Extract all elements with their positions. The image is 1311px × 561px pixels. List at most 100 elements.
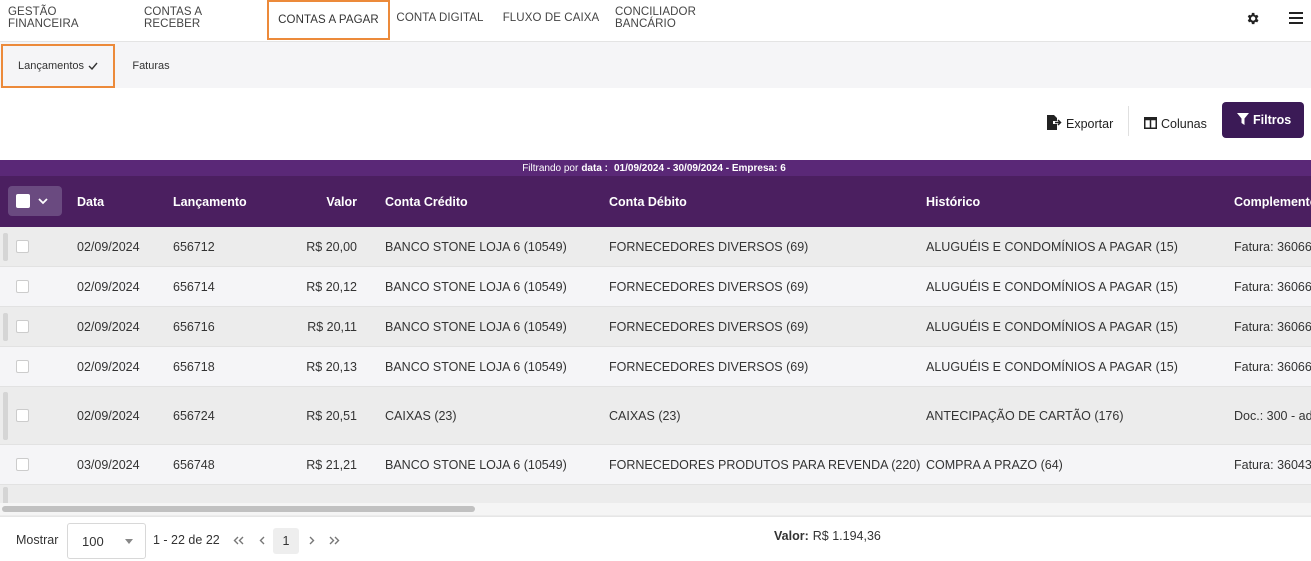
cell-lancamento: 656724	[173, 408, 215, 423]
col-header-conta-credito[interactable]: Conta Crédito	[385, 176, 468, 227]
filter-status-bar: Filtrando por data : 01/09/2024 - 30/09/…	[0, 160, 1311, 176]
cell-data: 02/09/2024	[77, 408, 140, 423]
cell-data: 03/09/2024	[77, 457, 140, 472]
row-drag-handle[interactable]	[3, 313, 8, 341]
horizontal-scrollbar[interactable]	[0, 503, 1311, 515]
row-drag-handle[interactable]	[3, 233, 8, 261]
table-row[interactable]: 03/09/2024 656748 R$ 21,21 BANCO STONE L…	[0, 445, 1311, 485]
cell-conta-debito: FORNECEDORES DIVERSOS (69)	[609, 279, 809, 294]
col-header-data[interactable]: Data	[77, 176, 104, 227]
export-label: Exportar	[1066, 117, 1114, 131]
cell-conta-debito: FORNECEDORES PRODUTOS PARA REVENDA (220)	[609, 457, 921, 472]
filters-button[interactable]: Filtros	[1222, 102, 1304, 138]
subtab-faturas[interactable]: Faturas	[122, 44, 180, 88]
subtab-lancamentos-label: Lançamentos	[17, 60, 85, 72]
cell-historico: ALUGUÉIS E CONDOMÍNIOS A PAGAR (15)	[926, 279, 1178, 294]
total-amount: R$ 1.194,36	[812, 528, 881, 543]
cell-complemento: Fatura: 36066	[1234, 359, 1311, 374]
cell-conta-credito: CAIXAS (23)	[385, 408, 457, 423]
cell-data: 02/09/2024	[77, 319, 140, 334]
top-nav: GESTÃO FINANCEIRA CONTAS A RECEBER CONTA…	[0, 0, 1311, 42]
gear-icon[interactable]	[1242, 8, 1262, 28]
tab-conciliador-bancario[interactable]: CONCILIADOR BANCÁRIO	[615, 0, 756, 36]
cell-valor: R$ 20,12	[306, 279, 357, 294]
cell-conta-credito: BANCO STONE LOJA 6 (10549)	[385, 279, 567, 294]
tab-contas-a-pagar[interactable]: CONTAS A PAGAR	[267, 0, 390, 40]
row-drag-handle[interactable]	[3, 392, 8, 440]
cell-historico: ALUGUÉIS E CONDOMÍNIOS A PAGAR (15)	[926, 239, 1178, 254]
cell-conta-credito: BANCO STONE LOJA 6 (10549)	[385, 359, 567, 374]
check-icon	[88, 62, 98, 70]
cell-historico: COMPRA A PRAZO (64)	[926, 457, 1063, 472]
total-label: Valor:	[774, 528, 809, 543]
table-row[interactable]: 02/09/2024 656716 R$ 20,11 BANCO STONE L…	[0, 307, 1311, 347]
table-row[interactable]: 02/09/2024 656712 R$ 20,00 BANCO STONE L…	[0, 227, 1311, 267]
total-value: Valor: R$ 1.194,36	[774, 513, 881, 558]
last-page-button[interactable]	[324, 529, 344, 551]
cell-conta-debito: FORNECEDORES DIVERSOS (69)	[609, 239, 809, 254]
table-body: 02/09/2024 656712 R$ 20,00 BANCO STONE L…	[0, 227, 1311, 517]
columns-button[interactable]: Colunas	[1144, 107, 1207, 141]
row-checkbox[interactable]	[16, 240, 29, 253]
filter-prefix: Filtrando por	[522, 162, 579, 174]
prev-page-button[interactable]	[252, 529, 272, 551]
cell-lancamento: 656718	[173, 359, 215, 374]
columns-label: Colunas	[1161, 117, 1207, 131]
current-page-button[interactable]: 1	[273, 528, 299, 554]
table-row[interactable]: 02/09/2024 656718 R$ 20,13 BANCO STONE L…	[0, 347, 1311, 387]
col-header-historico[interactable]: Histórico	[926, 176, 980, 227]
tab-contas-a-receber[interactable]: CONTAS A RECEBER	[144, 0, 260, 36]
cell-valor: R$ 20,51	[306, 408, 357, 423]
show-label: Mostrar	[16, 532, 59, 547]
cell-complemento: Doc.: 300 - ad	[1234, 408, 1311, 423]
filter-icon	[1237, 112, 1249, 128]
col-header-complemento[interactable]: Complemento	[1234, 176, 1311, 227]
row-checkbox[interactable]	[16, 458, 29, 471]
col-header-valor[interactable]: Valor	[300, 176, 357, 227]
caret-down-icon	[125, 539, 133, 544]
sub-nav: Lançamentos Faturas	[0, 42, 1311, 88]
cell-lancamento: 656712	[173, 239, 215, 254]
columns-icon	[1144, 116, 1157, 132]
col-header-conta-debito[interactable]: Conta Débito	[609, 176, 687, 227]
row-checkbox[interactable]	[16, 280, 29, 293]
row-checkbox[interactable]	[16, 409, 29, 422]
select-all-dropdown[interactable]	[8, 186, 62, 216]
subtab-lancamentos[interactable]: Lançamentos	[1, 44, 115, 88]
toolbar-divider	[1128, 106, 1129, 136]
first-page-button[interactable]	[229, 529, 249, 551]
menu-icon[interactable]	[1286, 8, 1306, 28]
table-row[interactable]: 02/09/2024 656714 R$ 20,12 BANCO STONE L…	[0, 267, 1311, 307]
next-page-button[interactable]	[301, 529, 321, 551]
cell-data: 02/09/2024	[77, 279, 140, 294]
export-button[interactable]: Exportar	[1046, 107, 1113, 141]
cell-valor: R$ 20,11	[307, 319, 357, 334]
table-row[interactable]: 02/09/2024 656724 R$ 20,51 CAIXAS (23) C…	[0, 387, 1311, 445]
toolbar: Exportar Colunas Filtros	[0, 88, 1311, 160]
scrollbar-thumb[interactable]	[2, 506, 475, 512]
row-checkbox[interactable]	[16, 360, 29, 373]
tab-fluxo-de-caixa[interactable]: FLUXO DE CAIXA	[502, 0, 600, 36]
cell-historico: ALUGUÉIS E CONDOMÍNIOS A PAGAR (15)	[926, 319, 1178, 334]
cell-conta-debito: FORNECEDORES DIVERSOS (69)	[609, 359, 809, 374]
row-checkbox[interactable]	[16, 320, 29, 333]
page-range: 1 - 22 de 22	[153, 532, 220, 547]
cell-conta-credito: BANCO STONE LOJA 6 (10549)	[385, 239, 567, 254]
filter-data-label: data :	[581, 162, 608, 174]
cell-data: 02/09/2024	[77, 239, 140, 254]
export-icon	[1046, 115, 1062, 133]
cell-conta-debito: CAIXAS (23)	[609, 408, 681, 423]
cell-historico: ALUGUÉIS E CONDOMÍNIOS A PAGAR (15)	[926, 359, 1178, 374]
table-footer: Mostrar 100 1 - 22 de 22 1 Valor: R$ 1.1…	[0, 516, 1311, 561]
filters-label: Filtros	[1253, 113, 1292, 127]
cell-conta-credito: BANCO STONE LOJA 6 (10549)	[385, 319, 567, 334]
double-chevron-right-icon	[329, 536, 340, 544]
chevron-left-icon	[259, 536, 264, 544]
cell-valor: R$ 21,21	[306, 457, 357, 472]
select-all-checkbox[interactable]	[16, 194, 30, 208]
tab-conta-digital[interactable]: CONTA DIGITAL	[394, 0, 486, 36]
tab-gestao-financeira[interactable]: GESTÃO FINANCEIRA	[8, 0, 130, 36]
page-size-select[interactable]: 100	[67, 523, 146, 559]
col-header-lancamento[interactable]: Lançamento	[173, 176, 247, 227]
cell-valor: R$ 20,13	[306, 359, 357, 374]
